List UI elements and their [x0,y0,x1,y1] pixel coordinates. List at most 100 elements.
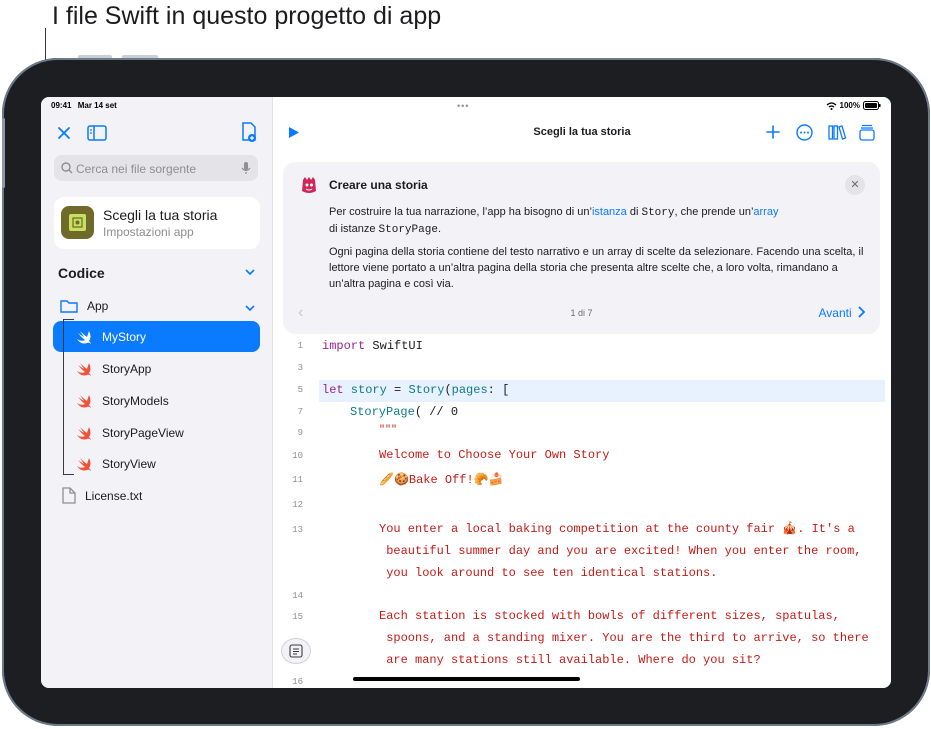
code-line: """ [379,425,398,436]
app-card-subtitle: Impostazioni app [103,225,194,239]
search-icon [61,162,73,174]
home-indicator[interactable] [353,677,580,681]
line-number: 1 [297,341,303,351]
code-section-title[interactable]: Codice [58,265,105,281]
tutorial-pager: 1 di 7 [570,308,593,318]
identifier: story [343,383,387,397]
folder-row-app[interactable]: App [53,290,260,321]
chevron-down-icon[interactable] [245,267,255,279]
search-placeholder: Cerca nei file sorgente [76,162,197,176]
swift-icon [77,394,91,408]
microphone-icon[interactable] [241,161,251,175]
line-number: 9 [297,428,303,438]
file-label: StoryView [102,456,156,471]
chevron-down-icon[interactable] [245,303,255,315]
code-text: : [ [487,383,510,397]
type-name: StoryPage [350,405,415,419]
multiwindow-icon[interactable] [858,123,876,141]
library-icon[interactable] [827,123,847,141]
next-label: Avanti [818,306,852,320]
code-line: You enter a local baking competition at … [379,522,855,536]
close-tutorial-button[interactable]: ✕ [845,175,865,195]
tutorial-card: Creare una storia ✕ Per costruire la tua… [283,162,880,334]
tutorial-paragraph-2: Ogni pagina della storia contiene del te… [329,246,864,290]
keyword: import [322,339,366,353]
line-number: 3 [297,363,303,373]
status-right: 100% [826,101,881,110]
type-name: Story [408,383,445,397]
code-line: StoryPage( // 0 [350,405,458,419]
file-label: License.txt [85,488,143,503]
callout-bracket-bottom [63,474,74,475]
code-line: Welcome to Choose Your Own Story [379,448,610,462]
keyword: let [322,383,344,397]
main-editor: ••• 100% Scegli la tua storia Creare una… [273,97,891,688]
file-row-storyview[interactable]: StoryView [53,448,260,479]
sidebar: 09:41 Mar 14 set Cerca nei file sorgente… [41,97,273,688]
link-array[interactable]: array [753,206,778,218]
line-number: 12 [292,500,303,510]
app-icon [61,206,94,239]
code-line: are many stations still available. Where… [379,653,761,667]
more-options-icon[interactable] [795,123,813,141]
next-button[interactable]: Avanti [819,306,866,320]
tutorial-paragraph-1: Per costruire la tua narrazione, l’app h… [329,204,869,238]
code-line: you look around to see ten identical sta… [379,566,718,580]
line-number: 11 [292,475,303,485]
file-row-storypageview[interactable]: StoryPageView [53,417,260,448]
file-label: StoryPageView [102,425,184,440]
battery-percent: 100% [839,101,860,110]
documentation-button[interactable] [281,638,311,664]
file-row-mystory[interactable]: MyStory [53,321,260,352]
status-time: 09:41 Mar 14 set [51,101,117,110]
file-label: StoryModels [102,393,169,408]
app-settings-card[interactable]: Scegli la tua storia Impostazioni app [54,197,260,249]
add-icon[interactable] [765,124,781,140]
callout-label: I file Swift in questo progetto di app [52,2,442,30]
file-row-storyapp[interactable]: StoryApp [53,353,260,384]
sidebar-toggle-icon[interactable] [86,124,108,142]
line-number: 10 [292,451,303,461]
multitasking-dots[interactable]: ••• [457,101,469,111]
close-icon[interactable] [55,124,73,142]
tutorial-heading: Creare una storia [329,178,428,192]
document-lines-icon [289,644,303,658]
line-number: 5 [297,385,303,395]
callout-bracket-vertical [63,319,64,475]
code-token: Story [641,207,675,219]
code-line: let story = Story(pages: [ [322,383,509,397]
text: Per costruire la tua narrazione, l’app h… [329,206,592,218]
chevron-right-icon [858,306,866,318]
file-row-storymodels[interactable]: StoryModels [53,385,260,416]
line-number: 15 [292,612,303,622]
code-line: import SwiftUI [322,339,423,353]
code-text: = [386,383,409,397]
swift-icon [77,362,91,376]
code-text: ( [444,383,452,397]
swift-icon [77,426,91,440]
code-line: Each station is stocked with bowls of di… [379,609,840,623]
code-text: ( // 0 [414,405,459,419]
line-number: 7 [297,407,303,417]
text: di istanze [329,223,379,235]
search-field[interactable]: Cerca nei file sorgente [54,155,258,181]
text: , che prende un’ [674,206,754,218]
callout-bracket-top [63,319,74,320]
line-number: 13 [292,525,303,535]
new-file-icon[interactable] [239,121,259,143]
code-line: 🥖🍪Bake Off!🥐🍰 [379,473,504,487]
link-istanza[interactable]: istanza [592,206,627,218]
file-row-license[interactable]: License.txt [53,480,260,511]
character-icon [302,177,316,193]
code-text: SwiftUI [365,339,423,353]
battery-icon [863,101,881,110]
status-date-text: Mar 14 set [77,101,117,110]
document-icon [62,487,76,504]
text: . [437,223,442,235]
folder-label: App [87,298,109,313]
line-number: 16 [292,677,303,687]
app-card-title: Scegli la tua storia [103,207,218,223]
status-time-text: 09:41 [51,101,72,110]
side-button [2,118,5,188]
code-line: beautiful summer day and you are excited… [379,544,862,558]
